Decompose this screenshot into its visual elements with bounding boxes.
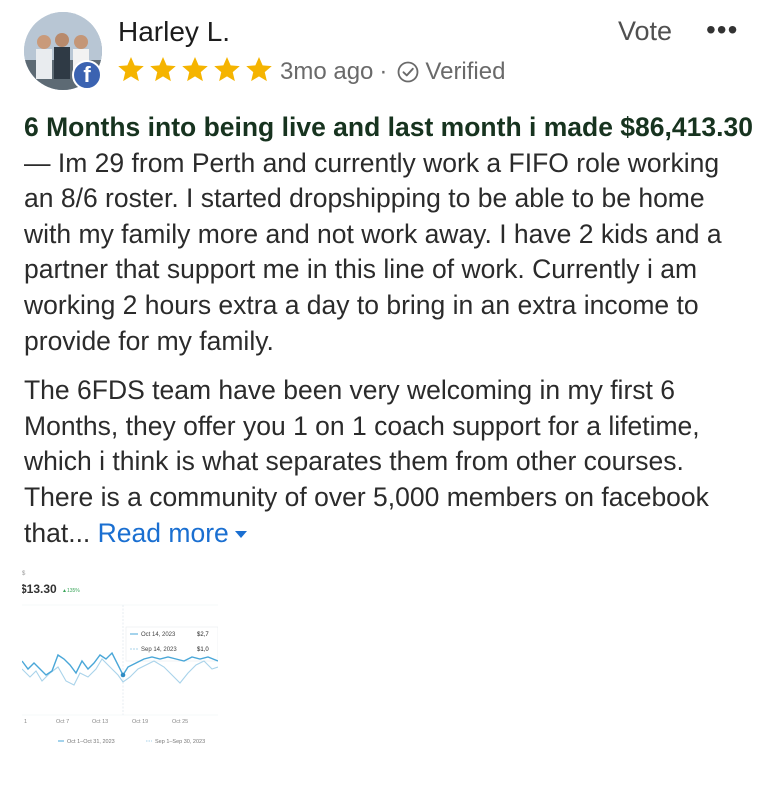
review-text: 6 Months into being live and last month … [24,110,754,551]
chart-change: ▲135% [62,588,80,594]
review-body-1: — Im 29 from Perth and currently work a … [24,147,722,356]
star-icon [214,57,240,82]
star-rating [116,55,274,85]
more-options-button[interactable]: ••• [706,14,738,46]
star-icon [246,57,272,82]
tooltip-date-2: Sep 14, 2023 [141,647,177,653]
x-tick: Oct 19 [132,719,148,725]
attachment-image[interactable]: $ $13.30 ▲135% Oct 14, 2023 $2,7 Sep 14,… [22,565,218,751]
x-tick: Oct 13 [92,719,108,725]
avatar[interactable]: f [24,12,102,90]
facebook-icon: f [72,60,102,90]
tooltip-value-2: $1,0 [197,647,209,653]
chevron-down-icon [234,531,247,539]
meta-separator: · [379,58,388,85]
review-paragraph-2: The 6FDS team have been very welcoming i… [24,373,754,551]
tooltip-value-1: $2,7 [197,632,209,638]
reviewer-name[interactable]: Harley L. [118,16,230,48]
chart-currency-mark: $ [22,571,26,577]
star-icon [182,57,208,82]
verified-label: Verified [425,58,506,85]
vote-button[interactable]: Vote [618,16,672,47]
read-more-label: Read more [97,517,229,548]
x-tick: 1 [24,719,27,725]
time-ago: 3mo ago [280,58,374,85]
tooltip-date-1: Oct 14, 2023 [141,632,176,638]
legend-previous: Sep 1–Sep 30, 2023 [155,739,205,745]
legend-current: Oct 1–Oct 31, 2023 [67,739,115,745]
review-paragraph-1: 6 Months into being live and last month … [24,110,754,359]
read-more-link[interactable]: Read more [98,518,247,548]
x-tick: Oct 7 [56,719,69,725]
verified-check-icon [398,61,419,83]
review-meta: 3mo ago · Verified [280,58,505,86]
review-headline: 6 Months into being live and last month … [24,112,753,142]
star-icon [150,57,176,82]
highlight-point [120,672,126,678]
chart-value: $13.30 [22,582,57,596]
x-tick: Oct 25 [172,719,188,725]
star-icon [118,57,144,82]
